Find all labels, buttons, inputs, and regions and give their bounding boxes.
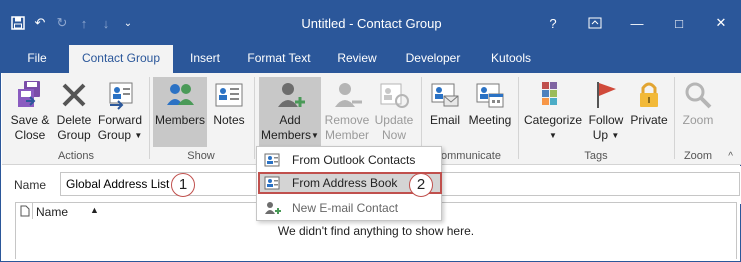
follow-up-button[interactable]: Follow Up ▼ <box>586 77 626 147</box>
save-close-button[interactable]: Save & Close <box>8 77 52 147</box>
group-label-show: Show <box>187 150 215 162</box>
categorize-button[interactable]: Categorize ▼ <box>522 77 584 147</box>
minimize-button[interactable]: — <box>616 11 658 35</box>
group-separator <box>518 77 519 159</box>
tab-file[interactable]: File <box>15 45 59 73</box>
delete-group-label-2: Group <box>57 128 91 142</box>
menu-item-label: New E-mail Contact <box>292 201 399 215</box>
notes-icon <box>213 79 245 111</box>
collapse-ribbon-icon[interactable]: ^ <box>728 151 733 162</box>
document-icon <box>20 205 30 220</box>
member-list[interactable]: We didn't find anything to show here. <box>15 219 737 259</box>
remove-member-button[interactable]: Remove Member <box>323 77 371 147</box>
empty-list-message: We didn't find anything to show here. <box>277 224 475 238</box>
chevron-down-icon: ▼ <box>611 131 620 140</box>
update-now-label-2: Now <box>381 128 406 142</box>
add-members-button[interactable]: Add Members▼ <box>259 77 321 147</box>
step-callout-2: 2 <box>409 173 433 197</box>
forward-group-button[interactable]: Forward Group ▼ <box>96 77 144 147</box>
private-label: Private <box>630 113 668 127</box>
remove-member-label-1: Remove <box>324 113 370 127</box>
update-icon <box>378 79 410 111</box>
menu-item-label: From Address Book <box>292 176 398 190</box>
delete-group-button[interactable]: Delete Group <box>54 77 94 147</box>
save-close-icon <box>14 79 46 111</box>
ribbon-display-button[interactable] <box>574 11 616 35</box>
tab-format-text[interactable]: Format Text <box>237 45 321 73</box>
meeting-label: Meeting <box>468 113 512 127</box>
column-header-name[interactable]: Name <box>36 205 68 219</box>
flag-icon <box>590 79 622 111</box>
delete-group-label-1: Delete <box>56 113 92 127</box>
notes-label: Notes <box>213 113 245 127</box>
follow-up-label-2: Up <box>592 128 609 142</box>
email-icon <box>429 79 461 111</box>
menu-item-from-outlook-contacts[interactable]: From Outlook Contacts <box>258 149 442 171</box>
categorize-label: Categorize <box>523 113 583 127</box>
meeting-button[interactable]: Meeting <box>466 77 514 147</box>
chevron-down-icon: ▼ <box>134 131 143 140</box>
forward-group-label-1: Forward <box>97 113 142 127</box>
step-callout-1: 1 <box>171 173 195 197</box>
maximize-button[interactable]: □ <box>658 11 700 35</box>
members-label: Members <box>154 113 205 127</box>
name-label: Name <box>14 178 47 192</box>
tab-contact-group[interactable]: Contact Group <box>69 45 173 73</box>
members-button[interactable]: Members <box>153 77 207 147</box>
group-label-actions: Actions <box>57 150 95 162</box>
menu-item-label: From Outlook Contacts <box>292 153 416 167</box>
meeting-icon <box>474 79 506 111</box>
window-frame: ↶ ↻ ↑ ↓ ⌄ Untitled - Contact Group ? — □… <box>0 0 741 262</box>
help-button[interactable]: ? <box>532 11 574 35</box>
sort-ascending-icon: ▲ <box>90 205 99 215</box>
zoom-label: Zoom <box>682 113 714 127</box>
contacts-icon <box>264 153 282 167</box>
private-button[interactable]: Private <box>628 77 670 147</box>
group-separator <box>149 77 150 159</box>
group-separator <box>254 77 255 159</box>
tab-developer[interactable]: Developer <box>393 45 473 73</box>
email-button[interactable]: Email <box>426 77 464 147</box>
tab-review[interactable]: Review <box>327 45 387 73</box>
lock-icon <box>633 79 665 111</box>
chevron-down-icon: ▼ <box>311 131 319 140</box>
categorize-icon <box>537 79 569 111</box>
menu-item-new-email-contact[interactable]: New E-mail Contact <box>258 197 442 219</box>
remove-member-icon <box>331 79 363 111</box>
group-label-zoom: Zoom <box>683 150 713 162</box>
tab-kutools[interactable]: Kutools <box>479 45 543 73</box>
ribbon-tabs: File Contact Group Insert Format Text Re… <box>1 45 741 73</box>
update-now-button[interactable]: Update Now <box>372 77 416 147</box>
notes-button[interactable]: Notes <box>209 77 249 147</box>
save-close-label-1: Save & <box>10 113 50 127</box>
update-now-label-1: Update <box>374 113 414 127</box>
email-label: Email <box>429 113 460 127</box>
new-contact-icon <box>264 201 282 215</box>
follow-up-label-1: Follow <box>588 113 624 127</box>
forward-group-label-2: Group <box>97 128 132 142</box>
delete-icon <box>58 79 90 111</box>
group-separator <box>674 77 675 159</box>
close-button[interactable]: ✕ <box>700 11 741 35</box>
tab-insert[interactable]: Insert <box>179 45 231 73</box>
address-book-icon <box>264 176 282 190</box>
save-close-label-2: Close <box>14 128 46 142</box>
remove-member-label-2: Member <box>324 128 369 142</box>
forward-group-icon <box>104 79 136 111</box>
add-members-label-2: Members <box>261 128 312 142</box>
window-controls: ? — □ ✕ <box>532 11 741 35</box>
group-label-tags: Tags <box>584 150 608 162</box>
chevron-down-icon: ▼ <box>549 131 557 140</box>
zoom-icon <box>682 79 714 111</box>
zoom-button[interactable]: Zoom <box>678 77 718 147</box>
add-member-icon <box>274 79 306 111</box>
title-bar: ↶ ↻ ↑ ↓ ⌄ Untitled - Contact Group ? — □… <box>1 1 741 45</box>
add-members-label-1: Add <box>279 113 301 127</box>
members-icon <box>164 79 196 111</box>
